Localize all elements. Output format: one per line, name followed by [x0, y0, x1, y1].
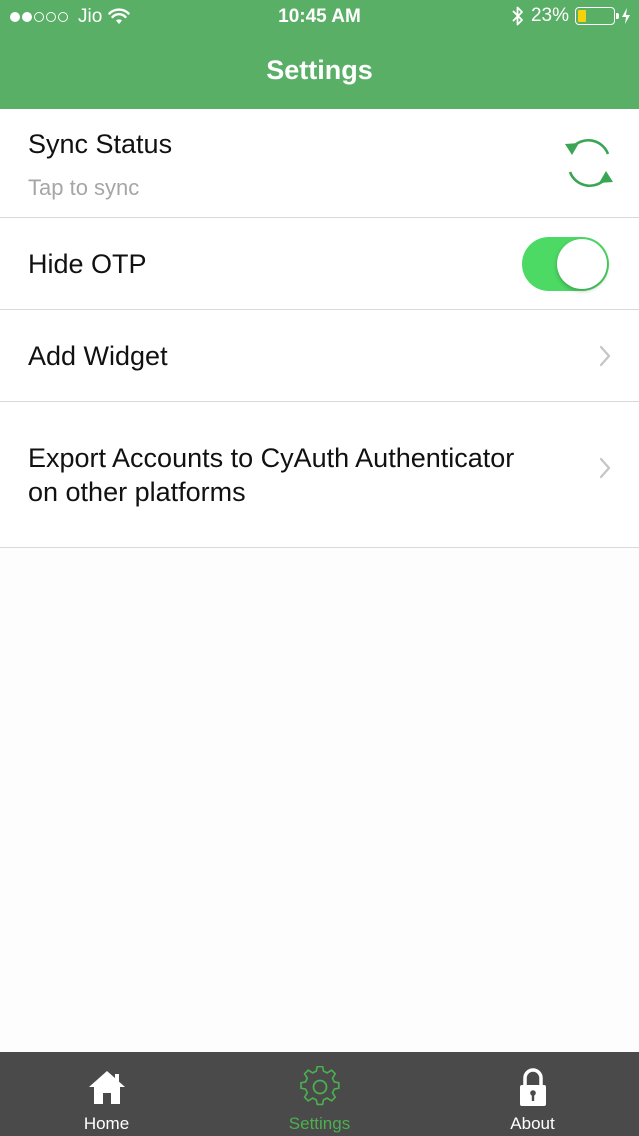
chevron-right-icon	[599, 345, 611, 367]
battery-icon	[575, 7, 619, 25]
hide-otp-row: Hide OTP	[0, 218, 639, 310]
tab-about-label: About	[510, 1114, 555, 1133]
hide-otp-toggle[interactable]	[522, 237, 609, 291]
add-widget-row[interactable]: Add Widget	[0, 310, 639, 402]
header: Jio 10:45 AM 23% Settings	[0, 0, 639, 109]
gear-icon	[299, 1066, 340, 1106]
battery-level	[578, 10, 586, 22]
page-title: Settings	[266, 55, 373, 85]
battery-percent: 23%	[530, 5, 569, 26]
settings-list: Sync Status Tap to sync Hide OTP Add Wid…	[0, 109, 639, 548]
tab-settings-label: Settings	[288, 1114, 351, 1133]
chevron-right-icon	[599, 457, 611, 479]
export-accounts-title-line2: on other platforms	[28, 477, 246, 507]
tab-bar: Home Settings About	[0, 1052, 639, 1136]
lock-icon	[519, 1068, 546, 1106]
sync-status-subtitle: Tap to sync	[28, 175, 140, 200]
status-right: 23%	[511, 5, 631, 27]
status-bar: Jio 10:45 AM 23%	[0, 0, 639, 36]
home-icon	[88, 1071, 125, 1104]
export-accounts-row[interactable]: Export Accounts to CyAuth Authenticator …	[0, 402, 639, 548]
tab-home[interactable]: Home	[0, 1052, 213, 1136]
add-widget-title: Add Widget	[28, 341, 168, 371]
sync-status-title: Sync Status	[28, 129, 173, 159]
tab-home-label: Home	[83, 1114, 130, 1133]
tab-about[interactable]: About	[426, 1052, 639, 1136]
bluetooth-icon	[512, 6, 523, 26]
charging-icon	[622, 8, 630, 24]
hide-otp-title: Hide OTP	[28, 249, 147, 279]
sync-status-row[interactable]: Sync Status Tap to sync	[0, 109, 639, 218]
sync-icon[interactable]	[559, 133, 619, 193]
export-accounts-title-line1: Export Accounts to CyAuth Authenticator	[28, 443, 515, 473]
tab-settings[interactable]: Settings	[213, 1052, 426, 1136]
toggle-knob	[557, 239, 607, 289]
